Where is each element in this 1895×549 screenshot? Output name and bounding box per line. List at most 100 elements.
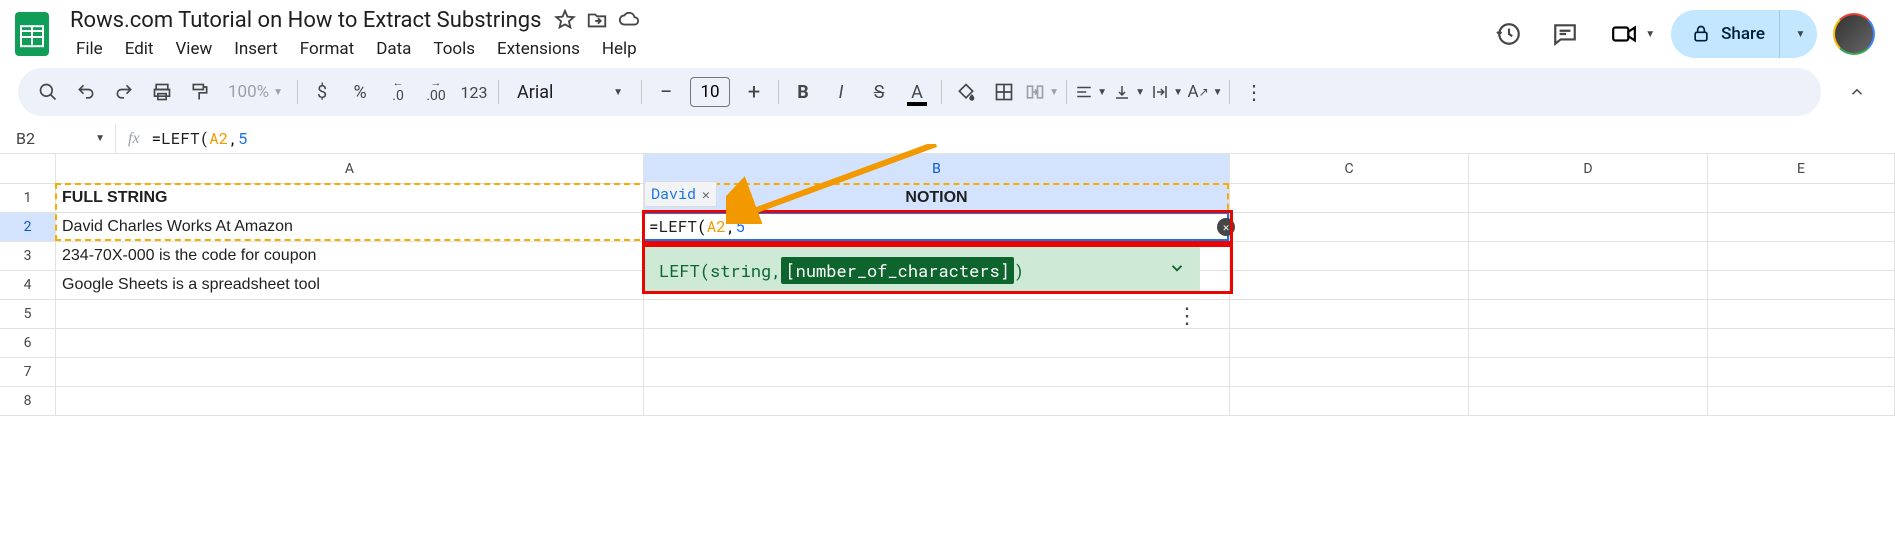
cell-c7[interactable] — [1230, 358, 1469, 387]
toolbar-more-icon[interactable]: ⋮ — [1236, 74, 1272, 110]
more-formats-button[interactable]: 123 — [456, 74, 492, 110]
cell-a6[interactable] — [56, 329, 644, 358]
cell-c3[interactable] — [1230, 242, 1469, 271]
format-currency-button[interactable]: $ — [304, 74, 340, 110]
italic-button[interactable]: I — [823, 74, 859, 110]
cell-e5[interactable] — [1708, 300, 1895, 329]
cell-a8[interactable] — [56, 387, 644, 416]
cell-a3[interactable]: 234-70X-000 is the code for coupon — [56, 242, 644, 271]
share-button[interactable]: Share — [1671, 10, 1785, 58]
menu-view[interactable]: View — [165, 35, 222, 63]
cell-d4[interactable] — [1469, 271, 1708, 300]
meet-button[interactable]: ▼ — [1597, 10, 1663, 58]
cell-options-icon[interactable]: ⋮ — [1176, 304, 1198, 329]
cell-c5[interactable] — [1230, 300, 1469, 329]
cell-c4[interactable] — [1230, 271, 1469, 300]
search-menus-icon[interactable] — [30, 74, 66, 110]
text-wrap-button[interactable]: ▼ — [1149, 74, 1185, 110]
row-header-7[interactable]: 7 — [0, 358, 56, 387]
cell-e6[interactable] — [1708, 329, 1895, 358]
column-header-e[interactable]: E — [1708, 154, 1895, 184]
cell-e1[interactable] — [1708, 184, 1895, 213]
comments-icon[interactable] — [1541, 10, 1589, 58]
history-icon[interactable] — [1485, 10, 1533, 58]
menu-data[interactable]: Data — [366, 35, 421, 63]
cell-e2[interactable] — [1708, 213, 1895, 242]
row-header-8[interactable]: 8 — [0, 387, 56, 416]
cell-d8[interactable] — [1469, 387, 1708, 416]
merge-cells-button[interactable]: ▼ — [1024, 74, 1060, 110]
menu-insert[interactable]: Insert — [224, 35, 288, 63]
strikethrough-button[interactable]: S — [861, 74, 897, 110]
menu-help[interactable]: Help — [592, 35, 647, 63]
star-icon[interactable] — [551, 6, 579, 34]
text-color-button[interactable]: A — [899, 74, 935, 110]
account-avatar[interactable] — [1833, 13, 1875, 55]
menu-tools[interactable]: Tools — [423, 35, 485, 63]
decrease-decimal-button[interactable]: ← .0 — [380, 74, 416, 110]
cell-d1[interactable] — [1469, 184, 1708, 213]
row-header-5[interactable]: 5 — [0, 300, 56, 329]
decrease-font-size-button[interactable]: − — [648, 74, 684, 110]
formula-bar-input[interactable]: =LEFT(A2,5 — [152, 128, 248, 149]
close-icon[interactable]: ✕ — [1217, 218, 1235, 236]
menu-file[interactable]: File — [66, 35, 113, 63]
zoom-dropdown[interactable]: 100%▼ — [220, 74, 291, 110]
cell-a1[interactable]: FULL STRING — [56, 184, 644, 213]
cell-a2[interactable]: David Charles Works At Amazon — [56, 213, 644, 242]
select-all-cell[interactable] — [0, 154, 56, 184]
cell-editor[interactable]: =LEFT(A2,5 ✕ — [643, 212, 1229, 241]
text-rotation-button[interactable]: A↗▼ — [1187, 74, 1223, 110]
name-box[interactable]: B2 ▼ — [6, 124, 116, 153]
column-header-d[interactable]: D — [1469, 154, 1708, 184]
borders-button[interactable] — [986, 74, 1022, 110]
bold-button[interactable]: B — [785, 74, 821, 110]
row-header-2[interactable]: 2 — [0, 213, 56, 242]
row-header-1[interactable]: 1 — [0, 184, 56, 213]
cell-b1[interactable]: NOTION — [644, 184, 1230, 213]
menu-extensions[interactable]: Extensions — [487, 35, 590, 63]
cell-b5[interactable] — [644, 300, 1230, 329]
row-header-3[interactable]: 3 — [0, 242, 56, 271]
font-family-dropdown[interactable]: Arial ▼ — [505, 82, 635, 103]
cell-e8[interactable] — [1708, 387, 1895, 416]
column-header-c[interactable]: C — [1230, 154, 1469, 184]
move-icon[interactable] — [583, 6, 611, 34]
menu-format[interactable]: Format — [290, 35, 364, 63]
cell-c8[interactable] — [1230, 387, 1469, 416]
column-header-b[interactable]: B — [644, 154, 1230, 184]
cell-b6[interactable] — [644, 329, 1230, 358]
cell-a4[interactable]: Google Sheets is a spreadsheet tool — [56, 271, 644, 300]
vertical-align-button[interactable]: ▼ — [1111, 74, 1147, 110]
format-percent-button[interactable]: % — [342, 74, 378, 110]
cell-e3[interactable] — [1708, 242, 1895, 271]
row-header-6[interactable]: 6 — [0, 329, 56, 358]
cell-c2[interactable] — [1230, 213, 1469, 242]
cell-d5[interactable] — [1469, 300, 1708, 329]
cell-a7[interactable] — [56, 358, 644, 387]
cell-b8[interactable] — [644, 387, 1230, 416]
row-header-4[interactable]: 4 — [0, 271, 56, 300]
increase-decimal-button[interactable]: → .00 — [418, 74, 454, 110]
menu-edit[interactable]: Edit — [115, 35, 164, 63]
cell-d6[interactable] — [1469, 329, 1708, 358]
cell-a5[interactable] — [56, 300, 644, 329]
font-size-input[interactable]: 10 — [690, 77, 730, 107]
cloud-status-icon[interactable] — [615, 6, 643, 34]
cell-d2[interactable] — [1469, 213, 1708, 242]
fill-color-button[interactable] — [948, 74, 984, 110]
collapse-toolbar-icon[interactable] — [1837, 72, 1877, 112]
cell-e4[interactable] — [1708, 271, 1895, 300]
close-icon[interactable]: ✕ — [702, 185, 710, 203]
paint-format-icon[interactable] — [182, 74, 218, 110]
document-title[interactable]: Rows.com Tutorial on How to Extract Subs… — [64, 6, 547, 35]
cell-c6[interactable] — [1230, 329, 1469, 358]
horizontal-align-button[interactable]: ▼ — [1073, 74, 1109, 110]
print-icon[interactable] — [144, 74, 180, 110]
column-header-a[interactable]: A — [56, 154, 644, 184]
share-dropdown-button[interactable]: ▼ — [1779, 10, 1817, 58]
chevron-down-icon[interactable] — [1168, 259, 1186, 282]
cell-c1[interactable] — [1230, 184, 1469, 213]
undo-icon[interactable] — [68, 74, 104, 110]
cell-b7[interactable] — [644, 358, 1230, 387]
